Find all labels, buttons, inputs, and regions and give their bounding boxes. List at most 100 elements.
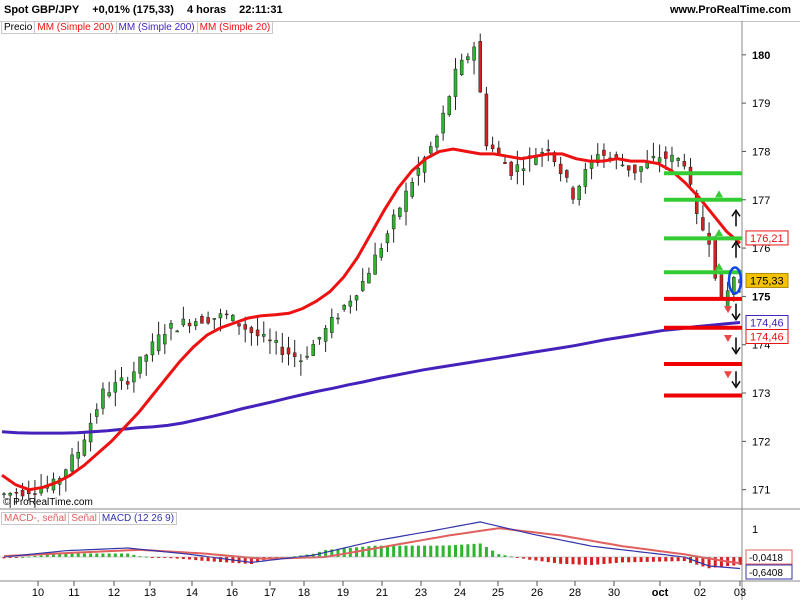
chart-canvas: 17117217317417517617717817918010 11 12 13 14… <box>0 20 800 600</box>
macd-histogram-bar <box>491 550 495 557</box>
macd-histogram-bar <box>596 557 600 565</box>
legend-ma200-red[interactable]: MM (Simple 200) <box>34 21 117 34</box>
macd-histogram-bar <box>120 553 124 557</box>
macd-histogram-bar <box>534 557 538 561</box>
candle-body <box>571 187 575 200</box>
ma20-line <box>1 147 741 492</box>
candle-body <box>534 156 538 165</box>
candle-body <box>385 233 390 244</box>
candle-body <box>416 167 421 176</box>
candle-body <box>107 392 111 397</box>
site-link[interactable]: www.ProRealTime.com <box>670 4 791 16</box>
macd-histogram-bar <box>478 543 482 557</box>
candle-body <box>398 207 402 217</box>
y-tick-label: 173 <box>752 388 770 400</box>
candle-body <box>466 56 470 61</box>
macd-histogram-bar <box>732 557 736 566</box>
macd-histogram-bar <box>107 553 111 557</box>
macd-histogram-bar <box>472 543 476 557</box>
candle-body <box>657 157 662 163</box>
red-arrow-icon <box>724 371 732 379</box>
x-tick-label: 03 <box>734 587 746 599</box>
red-arrow-icon <box>724 335 732 343</box>
candle-body <box>144 354 149 362</box>
candle-body <box>670 154 674 162</box>
price-label: 174,46 <box>745 328 789 344</box>
macd-histogram-bar <box>89 553 93 557</box>
macd-histogram-bar <box>404 545 408 557</box>
macd-histogram-bar <box>552 557 556 563</box>
legend-signal[interactable]: Señal <box>68 512 100 525</box>
candle-body <box>354 295 359 301</box>
legend-macd-signal[interactable]: MACD-, señal <box>1 512 70 525</box>
macd-histogram-bar <box>460 544 464 557</box>
candle-body <box>14 491 19 494</box>
macd-histogram-bar <box>571 557 575 565</box>
macd-histogram-bar <box>565 557 569 565</box>
candle-body <box>342 304 346 310</box>
candle-body <box>70 454 74 472</box>
macd-histogram-bar <box>484 547 488 557</box>
y-tick-label: 177 <box>752 195 770 207</box>
change-label: +0,01% (175,33) <box>92 4 174 16</box>
macd-histogram-bar <box>429 545 433 557</box>
macd-value-text: -0,0418 <box>749 553 783 564</box>
green-arrow-icon <box>715 229 723 237</box>
price-tag-text: 174,46 <box>750 331 784 343</box>
candle-body <box>8 492 12 496</box>
x-tick-label: 23 <box>415 587 427 599</box>
legend-ma200-blue[interactable]: MM (Simple 200) <box>115 21 198 34</box>
candle-body <box>243 324 247 330</box>
candle-body <box>33 493 37 495</box>
candle-body <box>435 135 439 148</box>
x-tick-label: 19 <box>337 587 349 599</box>
chart-header: Spot GBP/JPY +0,01% (175,33) 4 horas 22:… <box>0 0 800 21</box>
legend-macd[interactable]: MACD (12 26 9) <box>98 512 178 525</box>
candle-body <box>676 158 680 161</box>
candle-body <box>688 166 693 185</box>
macd-histogram-bar <box>602 557 606 565</box>
candle-body <box>268 339 272 342</box>
x-tick-label: 17 <box>264 587 276 599</box>
candle-body <box>565 170 569 178</box>
macd-histogram-bar <box>528 557 532 560</box>
candle-body <box>237 323 241 327</box>
macd-histogram-bar <box>132 554 136 557</box>
ma200-line <box>1 321 741 435</box>
macd-histogram-bar <box>206 557 210 562</box>
legend-price[interactable]: Precio <box>1 21 36 34</box>
candle-body <box>546 149 551 152</box>
y-tick-label: 178 <box>752 146 770 158</box>
macd-histogram-bar <box>392 545 396 557</box>
macd-histogram-bar <box>113 553 117 557</box>
x-tick-label: 21 <box>376 587 388 599</box>
timeframe-label[interactable]: 4 horas <box>187 4 226 16</box>
candle-body <box>330 317 334 333</box>
macd-histogram-bar <box>45 554 49 557</box>
legend-ma20[interactable]: MM (Simple 20) <box>196 21 274 34</box>
macd-histogram-bar <box>670 557 674 562</box>
x-tick-label: 25 <box>492 587 504 599</box>
candle-body <box>2 493 6 496</box>
x-tick-label: 26 <box>531 587 543 599</box>
price-label: 176,21 <box>745 230 789 246</box>
candle-body <box>200 315 204 324</box>
candle-body <box>20 489 25 497</box>
macd-histogram-bar <box>435 545 439 557</box>
macd-histogram-bar <box>200 557 204 561</box>
candle-body <box>181 318 186 326</box>
macd-histogram-bar <box>126 553 130 557</box>
candle-body <box>664 151 668 159</box>
candle-body <box>373 254 377 275</box>
candle-body <box>540 151 544 154</box>
macd-histogram-bar <box>181 557 185 560</box>
candle-body <box>577 185 581 200</box>
candle-body <box>317 337 322 340</box>
macd-histogram-bar <box>101 553 105 557</box>
x-tick-label: 02 <box>694 587 706 599</box>
y-tick-label: 175 <box>752 291 770 303</box>
candle-body <box>521 168 526 172</box>
candle-body <box>633 164 637 174</box>
candle-body <box>348 300 353 307</box>
y-tick-label: 171 <box>752 485 770 497</box>
